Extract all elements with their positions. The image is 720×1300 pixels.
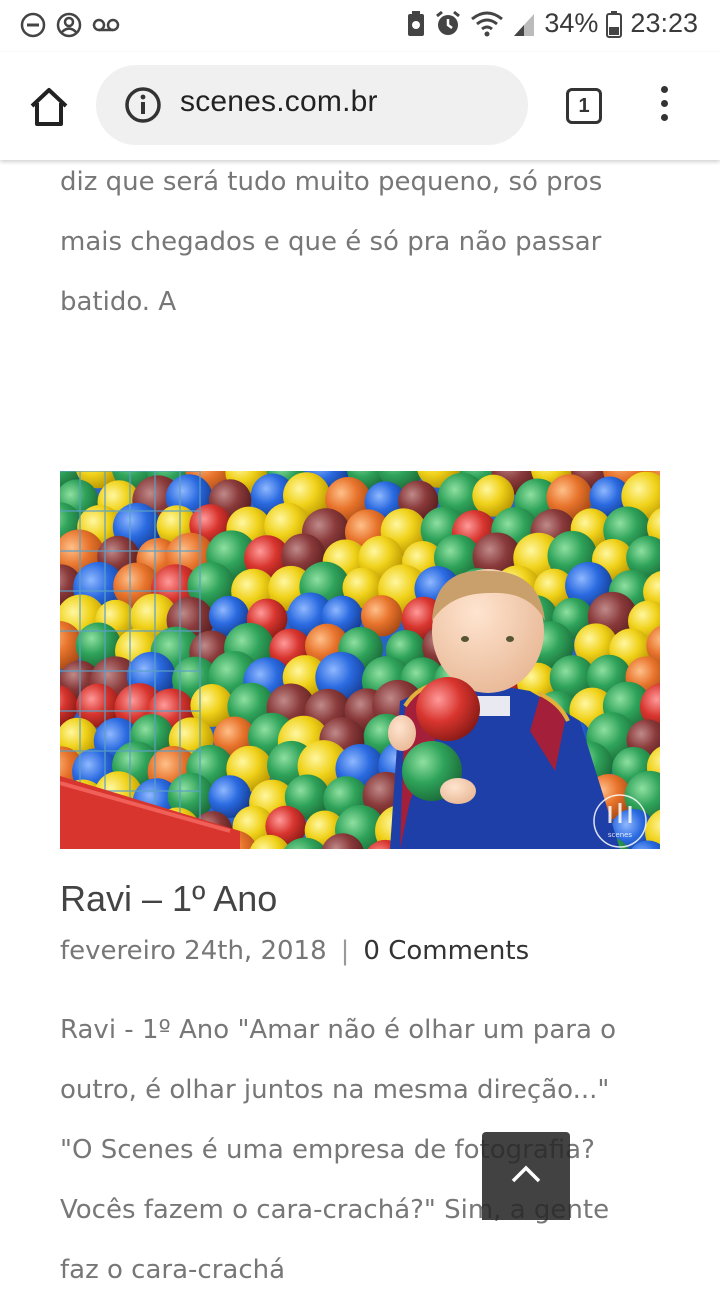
post-excerpt: Ravi - 1º Ano "Amar não é olhar um para … <box>60 1000 660 1300</box>
overflow-menu-button[interactable] <box>656 86 672 126</box>
post-date: fevereiro 24th, 2018 <box>60 936 327 966</box>
alarm-icon <box>434 10 462 38</box>
home-icon <box>26 84 72 130</box>
comments-link[interactable]: 0 Comments <box>363 936 529 966</box>
battery-icon <box>606 10 622 38</box>
status-bar: 34% 23:23 <box>0 0 720 52</box>
home-button[interactable] <box>26 84 72 130</box>
signal-icon <box>512 10 536 38</box>
voicemail-icon <box>92 15 120 35</box>
excerpt-line: Vocês fazem o cara-crachá?" Sim, a gente <box>60 1180 660 1240</box>
do-not-disturb-icon <box>20 12 46 38</box>
post-meta: fevereiro 24th, 2018 | 0 Comments <box>60 936 529 966</box>
excerpt-line: faz o cara-crachá <box>60 1240 660 1300</box>
intro-line: diz que será tudo muito pequeno, só pros <box>60 152 660 212</box>
intro-line: mais chegados e que é só pra não passar <box>60 212 660 272</box>
scroll-to-top-button[interactable] <box>482 1132 570 1220</box>
tab-switcher-button[interactable]: 1 <box>566 88 602 124</box>
address-bar[interactable]: scenes.com.br <box>96 65 528 145</box>
clock: 23:23 <box>630 8 698 39</box>
excerpt-line: "O Scenes é uma empresa de fotografia? <box>60 1120 660 1180</box>
excerpt-line: outro, é olhar juntos na mesma direção..… <box>60 1060 660 1120</box>
menu-dot <box>661 86 668 93</box>
url-text[interactable]: scenes.com.br <box>180 85 378 119</box>
post-thumbnail[interactable]: scenes <box>60 471 660 849</box>
ball-pit-photo: scenes <box>60 471 660 849</box>
menu-dot <box>661 114 668 121</box>
browser-toolbar: scenes.com.br 1 <box>0 52 720 160</box>
battery-percent: 34% <box>544 8 598 39</box>
account-icon <box>56 12 82 38</box>
intro-line: batido. A <box>60 272 660 332</box>
chevron-up-icon <box>510 1162 542 1186</box>
excerpt-line: Ravi - 1º Ano "Amar não é olhar um para … <box>60 1000 660 1060</box>
post-title[interactable]: Ravi – 1º Ano <box>60 878 277 920</box>
meta-separator: | <box>341 936 350 966</box>
wifi-icon <box>470 10 504 38</box>
battery-saver-icon <box>406 10 426 38</box>
info-icon[interactable] <box>124 86 162 124</box>
intro-text: diz que será tudo muito pequeno, só pros… <box>60 152 660 332</box>
svg-text:scenes: scenes <box>608 831 633 839</box>
menu-dot <box>661 100 668 107</box>
